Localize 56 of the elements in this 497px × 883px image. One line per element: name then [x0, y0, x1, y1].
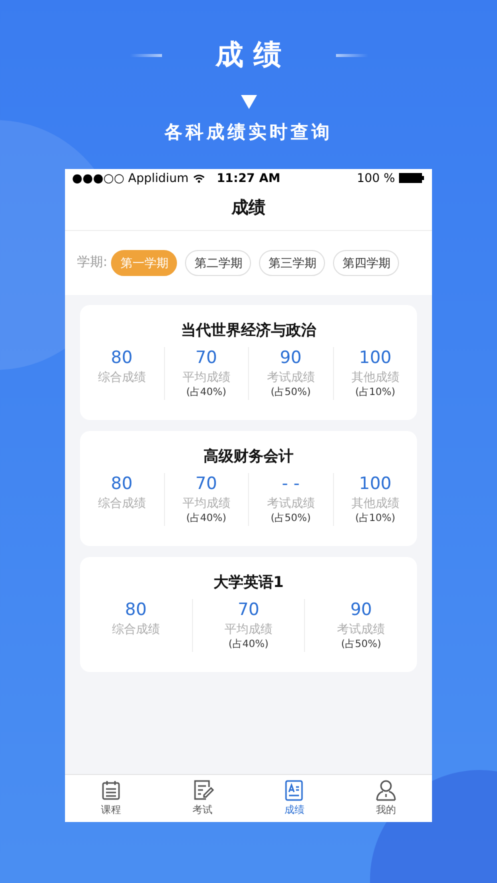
semester-tab[interactable]: 第二学期	[185, 250, 252, 276]
score-label: 平均成绩	[182, 495, 230, 511]
score-label: 其他成绩	[351, 369, 400, 385]
person-icon	[375, 779, 398, 801]
banner-subtitle: 各科成绩实时查询	[164, 121, 332, 145]
score-value: 100	[359, 347, 392, 369]
tab-item[interactable]: 我的	[340, 775, 432, 822]
carrier-text: ●●●○○ Applidium	[72, 170, 189, 187]
score-label: 考试成绩	[337, 621, 386, 637]
weight-note: (占40%)	[186, 512, 226, 526]
score-label: 综合成绩	[98, 495, 146, 511]
course-name: 高级财务会计	[204, 446, 294, 467]
weight-note: (占10%)	[355, 512, 396, 526]
tab-item[interactable]: 课程	[65, 775, 157, 822]
score-value: 70	[195, 473, 218, 495]
semester-tab[interactable]: 第四学期	[333, 250, 400, 276]
tab-item[interactable]: 考试	[156, 775, 248, 822]
weight-note: (占50%)	[270, 512, 311, 526]
score-value: 90	[350, 599, 372, 621]
battery-percent: 100 %	[356, 170, 396, 187]
weight-note: (占50%)	[270, 386, 311, 400]
tab-item[interactable]: 成绩	[248, 775, 340, 822]
score-value: 80	[125, 599, 147, 621]
weight-note: (占10%)	[355, 386, 396, 400]
score-value: 80	[110, 347, 133, 369]
title-dash	[130, 54, 162, 56]
calendar-icon	[100, 779, 122, 801]
score-label: 平均成绩	[182, 369, 230, 385]
score-value: 70	[238, 599, 260, 621]
page-title: 成绩	[65, 187, 432, 231]
score-label: 平均成绩	[224, 621, 272, 637]
title-dash	[336, 54, 368, 56]
score-value: 100	[359, 473, 392, 495]
pencil-document-icon	[192, 779, 214, 801]
down-triangle-icon	[240, 95, 256, 109]
banner-title: 成绩	[214, 38, 292, 72]
score-label: 考试成绩	[266, 369, 315, 385]
score-value: 80	[110, 473, 133, 495]
score-label: 综合成绩	[98, 369, 146, 385]
clock-text: 11:27 AM	[216, 170, 280, 187]
course-name: 当代世界经济与政治	[181, 320, 316, 341]
score-label: 其他成绩	[351, 495, 400, 511]
score-label: 考试成绩	[266, 495, 315, 511]
weight-note: (占40%)	[228, 638, 269, 652]
score-value: 90	[280, 347, 302, 369]
document-icon	[283, 779, 306, 801]
score-value: - -	[282, 473, 300, 495]
semester-tab[interactable]: 第三学期	[259, 250, 326, 276]
weight-note: (占40%)	[186, 386, 226, 400]
weight-note: (占50%)	[341, 638, 382, 652]
score-value: 70	[195, 347, 218, 369]
score-label: 综合成绩	[112, 621, 160, 637]
battery-icon	[399, 173, 426, 183]
wifi-icon	[192, 174, 205, 182]
semester-label: 学期:	[77, 254, 108, 272]
course-name: 大学英语1	[213, 572, 284, 593]
